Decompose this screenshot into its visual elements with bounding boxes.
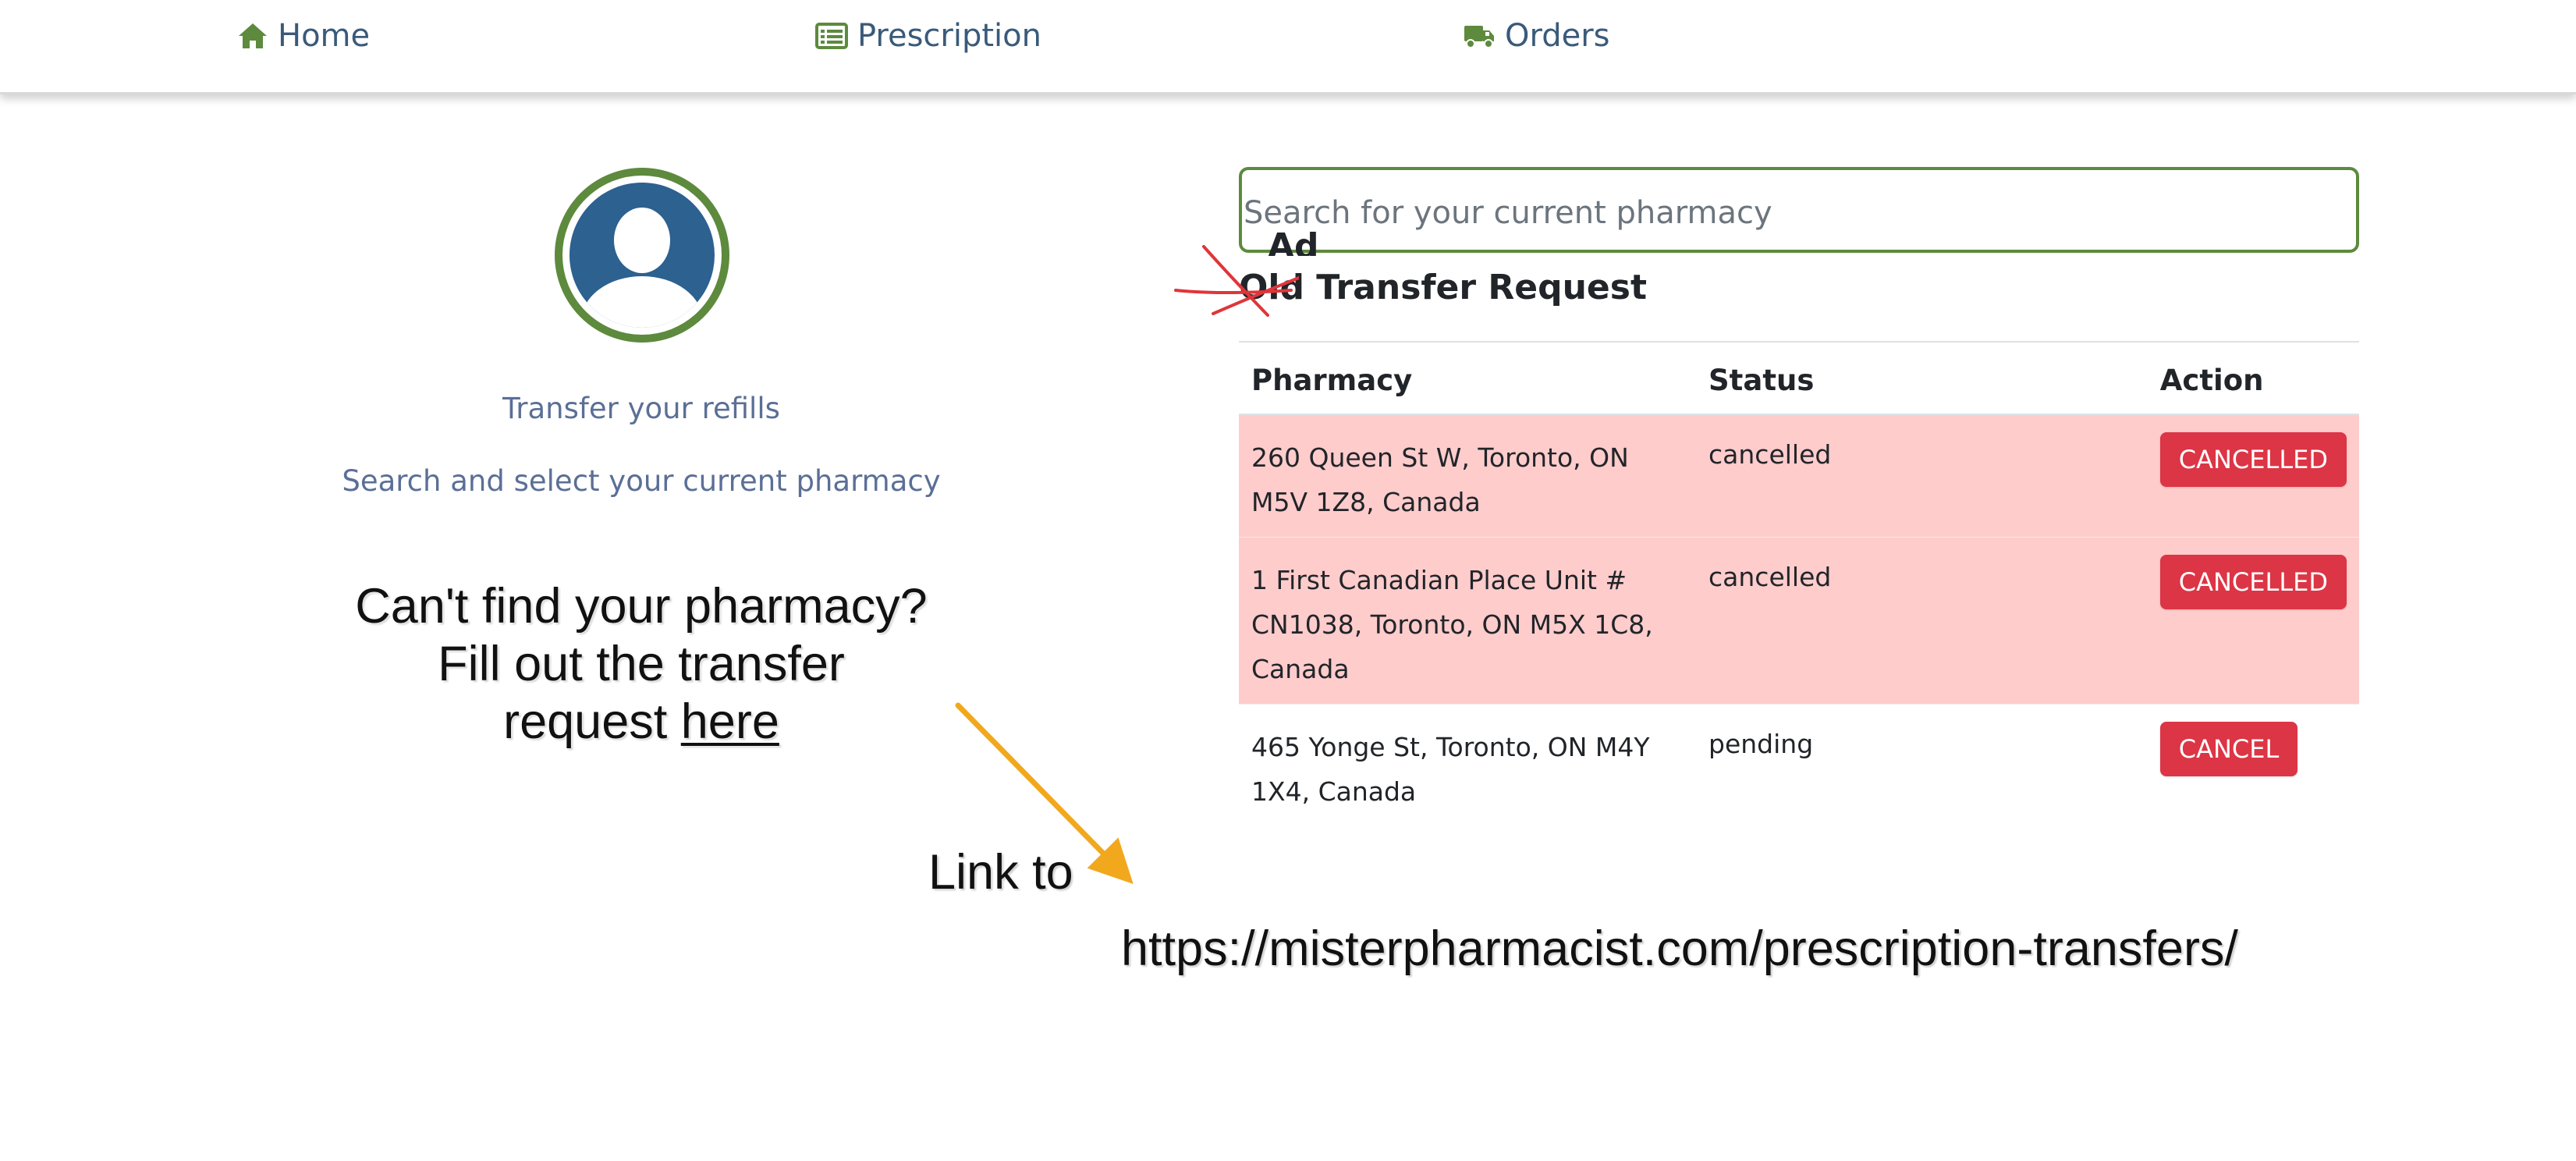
nav-prescription-label: Prescription bbox=[857, 18, 1041, 54]
old-transfer-request-heading: Old Transfer Request bbox=[1239, 268, 1647, 307]
table-divider bbox=[1239, 341, 2359, 343]
status-cell: pending bbox=[1696, 704, 2148, 826]
home-icon bbox=[237, 22, 268, 50]
prescription-list-icon bbox=[815, 23, 848, 49]
status-cell: cancelled bbox=[1696, 537, 2148, 705]
column-header-pharmacy: Pharmacy bbox=[1239, 343, 1697, 415]
action-cell: CANCELLED bbox=[2147, 414, 2359, 538]
cant-find-line-3: request here bbox=[290, 693, 992, 751]
nav-home-link[interactable]: Home bbox=[237, 17, 370, 55]
transfer-requests-table: Pharmacy Status Action 260 Queen St W, T… bbox=[1239, 343, 2359, 826]
cancel-button[interactable]: CANCEL bbox=[2159, 722, 2298, 776]
cant-find-pharmacy-annotation: Can't find your pharmacy? Fill out the t… bbox=[290, 577, 992, 751]
table-row: 1 First Canadian Place Unit # CN1038, To… bbox=[1239, 537, 2359, 705]
table-row: 260 Queen St W, Toronto, ON M5V 1Z8, Can… bbox=[1239, 414, 2359, 538]
strike-mark-icon bbox=[1174, 245, 1299, 317]
pharmacy-cell: 1 First Canadian Place Unit # CN1038, To… bbox=[1239, 537, 1697, 705]
column-header-status: Status bbox=[1696, 343, 2148, 415]
transfer-refills-text: Transfer your refills bbox=[502, 392, 780, 425]
here-link[interactable]: here bbox=[681, 694, 779, 749]
pharmacy-search-box bbox=[1239, 167, 2359, 253]
table-header-row: Pharmacy Status Action bbox=[1239, 343, 2359, 415]
action-cell: CANCELLED bbox=[2147, 537, 2359, 705]
nav-orders-link[interactable]: Orders bbox=[1463, 17, 1610, 55]
top-navbar: Home Prescription Orders bbox=[0, 0, 2576, 94]
nav-prescription-link[interactable]: Prescription bbox=[815, 17, 1041, 55]
action-cell: CANCEL bbox=[2147, 704, 2359, 826]
cant-find-line-3-prefix: request bbox=[503, 694, 681, 749]
nav-orders-label: Orders bbox=[1505, 18, 1610, 54]
pharmacy-cell: 260 Queen St W, Toronto, ON M5V 1Z8, Can… bbox=[1239, 414, 1697, 538]
search-select-pharmacy-text: Search and select your current pharmacy bbox=[342, 464, 941, 498]
table-row: 465 Yonge St, Toronto, ON M4Y 1X4, Canad… bbox=[1239, 704, 2359, 826]
status-cell: cancelled bbox=[1696, 414, 2148, 538]
user-avatar-icon bbox=[554, 167, 730, 343]
column-header-action: Action bbox=[2147, 343, 2359, 415]
nav-home-label: Home bbox=[278, 18, 371, 54]
link-to-annotation: Link to bbox=[928, 845, 1073, 900]
cancelled-button[interactable]: CANCELLED bbox=[2159, 432, 2347, 487]
transfer-url-annotation: https://misterpharmacist.com/prescriptio… bbox=[1121, 921, 2238, 976]
cant-find-line-2: Fill out the transfer bbox=[438, 637, 845, 691]
pharmacy-search-input[interactable] bbox=[1242, 190, 2337, 236]
cancelled-button[interactable]: CANCELLED bbox=[2159, 555, 2347, 609]
truck-icon bbox=[1463, 23, 1496, 49]
pharmacy-cell: 465 Yonge St, Toronto, ON M4Y 1X4, Canad… bbox=[1239, 704, 1697, 826]
cant-find-line-1: Can't find your pharmacy? bbox=[355, 579, 928, 634]
